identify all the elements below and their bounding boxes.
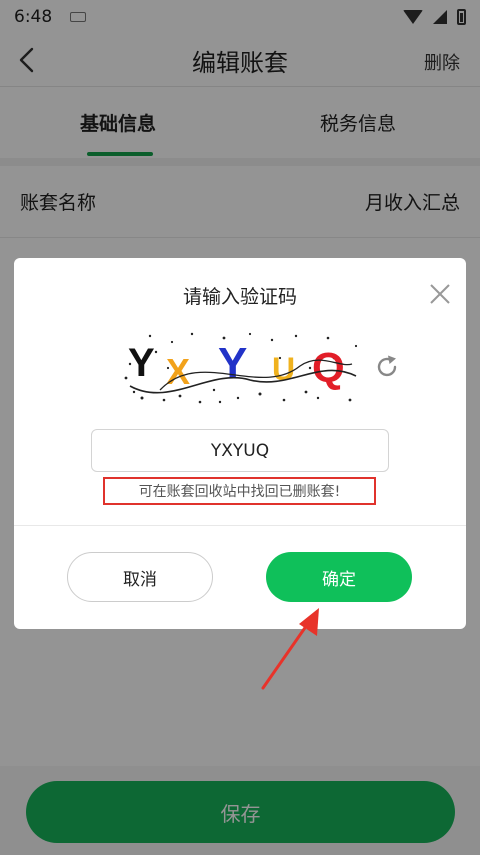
captcha-dialog: 请输入验证码 Y X Y U Q YXYUQ 可在账套回收站中找回已删账套! 取… (14, 258, 466, 629)
annotation-arrow-icon (261, 608, 319, 690)
captcha-char: Q (312, 344, 345, 391)
refresh-icon[interactable] (374, 354, 400, 380)
confirm-button[interactable]: 确定 (266, 552, 412, 602)
captcha-char: Y (218, 339, 247, 388)
dialog-title: 请输入验证码 (182, 286, 297, 308)
cancel-button[interactable]: 取消 (67, 552, 213, 602)
close-icon[interactable] (428, 282, 452, 306)
captcha-input[interactable]: YXYUQ (91, 429, 389, 472)
captcha-char: Y (128, 341, 155, 385)
captcha-image: Y X Y U Q (120, 328, 362, 406)
hint-text: 可在账套回收站中找回已删账套! (138, 484, 341, 500)
captcha-char: X (166, 351, 190, 392)
dialog-divider (14, 525, 466, 526)
hint-box: 可在账套回收站中找回已删账套! (103, 477, 376, 505)
